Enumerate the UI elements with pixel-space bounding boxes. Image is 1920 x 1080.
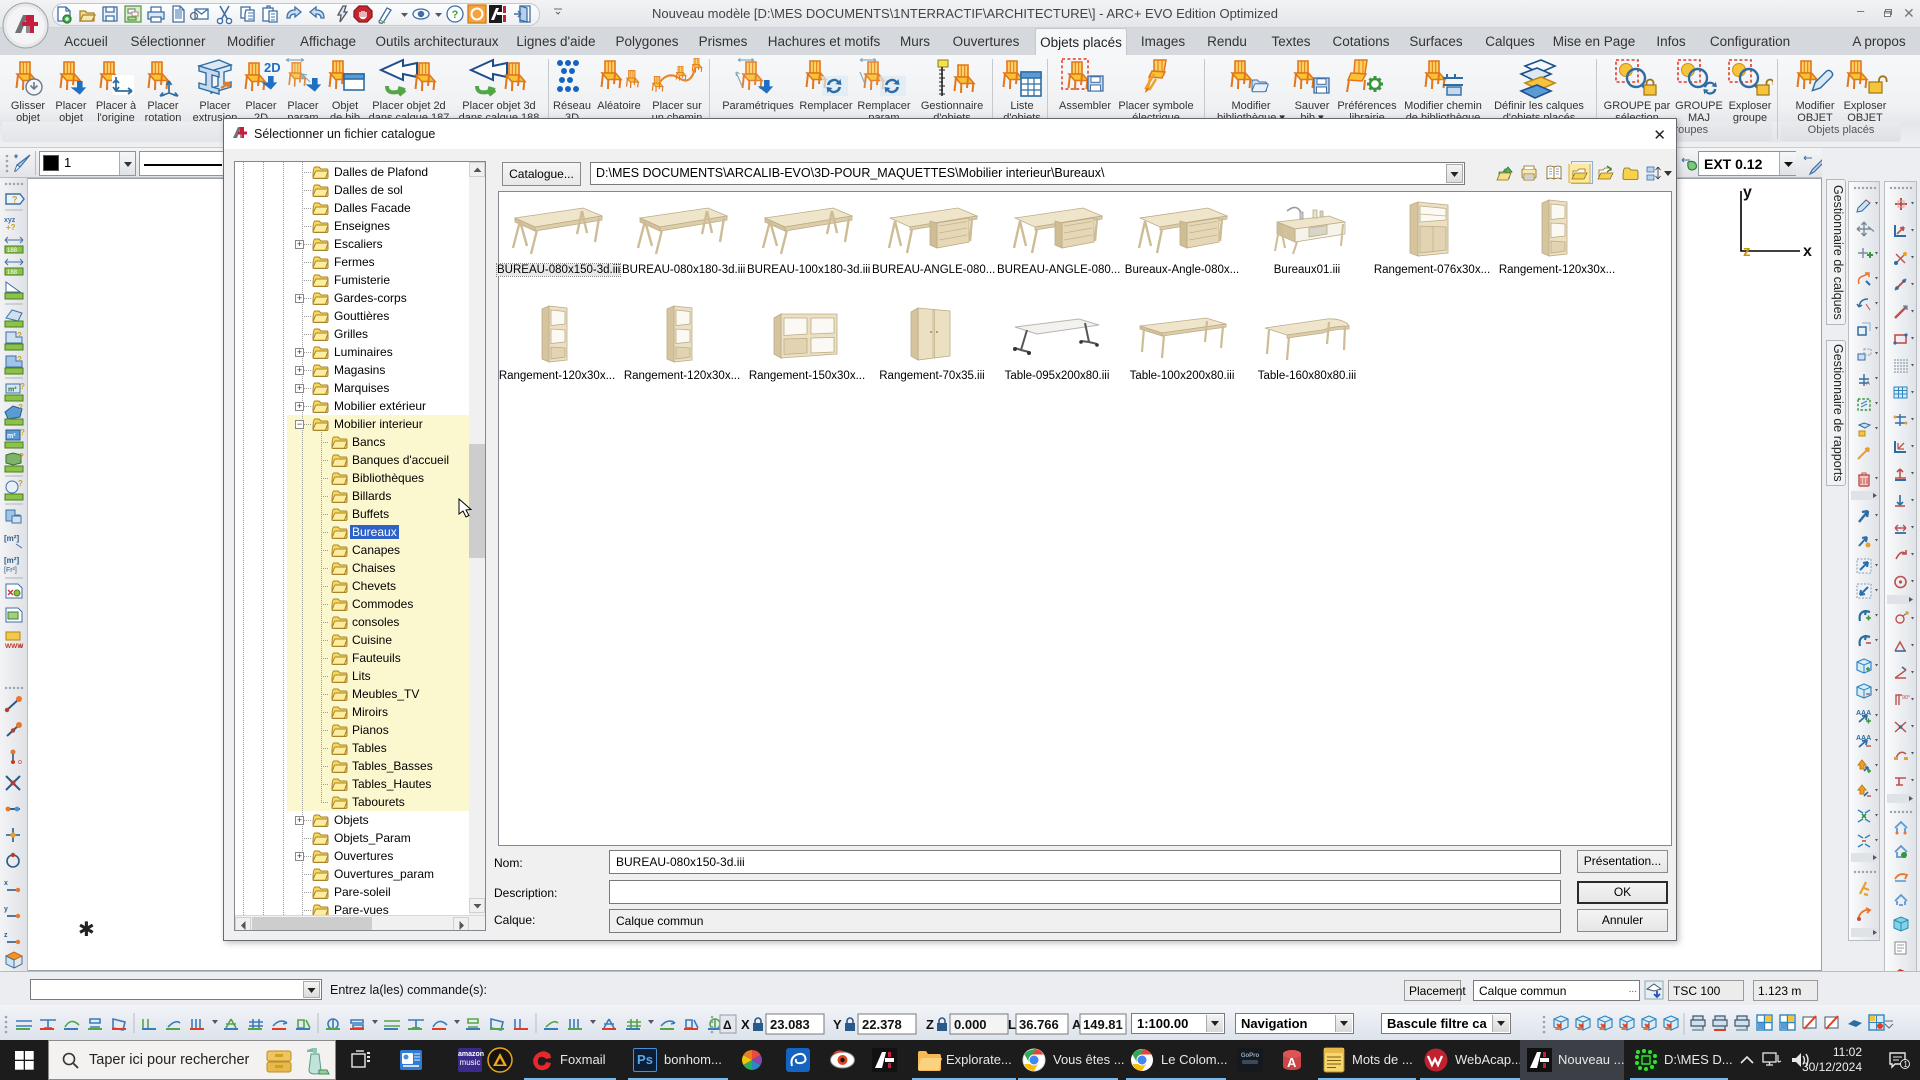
svg-text:22.378: 22.378 — [862, 1017, 902, 1032]
svg-text:?: ? — [20, 382, 25, 391]
svg-text:?: ? — [12, 195, 18, 205]
svg-text:149.81: 149.81 — [1083, 1017, 1123, 1032]
svg-text:x: x — [1803, 243, 1812, 260]
svg-text:?: ? — [19, 452, 24, 461]
svg-text:A: A — [1866, 381, 1870, 387]
svg-text:m²: m² — [7, 433, 16, 440]
svg-text:Δ: Δ — [723, 1018, 732, 1032]
svg-text:x: x — [4, 880, 8, 887]
svg-text:0.000: 0.000 — [954, 1017, 987, 1032]
svg-text:m²: m² — [8, 387, 17, 394]
svg-text:z: z — [1743, 243, 1751, 260]
svg-text:[m²]: [m²] — [4, 556, 19, 565]
svg-text:Y: Y — [833, 1017, 842, 1032]
svg-text:X: X — [741, 1017, 750, 1032]
svg-text:?: ? — [452, 9, 459, 21]
svg-text:[m²]: [m²] — [4, 534, 19, 543]
svg-text:o: o — [18, 759, 22, 766]
svg-text:z: z — [4, 932, 8, 939]
svg-text:?: ? — [18, 403, 23, 412]
svg-text:y: y — [4, 906, 8, 913]
svg-text:90°: 90° — [1902, 695, 1910, 701]
svg-text:188: 188 — [7, 270, 18, 276]
svg-text:23.083: 23.083 — [770, 1017, 810, 1032]
svg-text:36.766: 36.766 — [1019, 1017, 1059, 1032]
svg-text:?: ? — [20, 428, 25, 437]
svg-text:2D: 2D — [264, 60, 281, 75]
svg-text:+: + — [18, 641, 23, 651]
svg-text:?: ? — [17, 355, 22, 364]
svg-text:y: y — [1743, 185, 1752, 201]
svg-text:?: ? — [18, 479, 23, 488]
svg-text:1: 1 — [1903, 1060, 1908, 1069]
svg-text:+?: +? — [6, 223, 16, 232]
svg-text:Z: Z — [926, 1017, 934, 1032]
svg-text:188: 188 — [7, 248, 18, 254]
svg-text:[Fr²]: [Fr²] — [4, 567, 17, 574]
svg-text:L: L — [1008, 1017, 1016, 1032]
svg-text:A: A — [1287, 1055, 1297, 1070]
svg-text:?: ? — [17, 331, 22, 340]
